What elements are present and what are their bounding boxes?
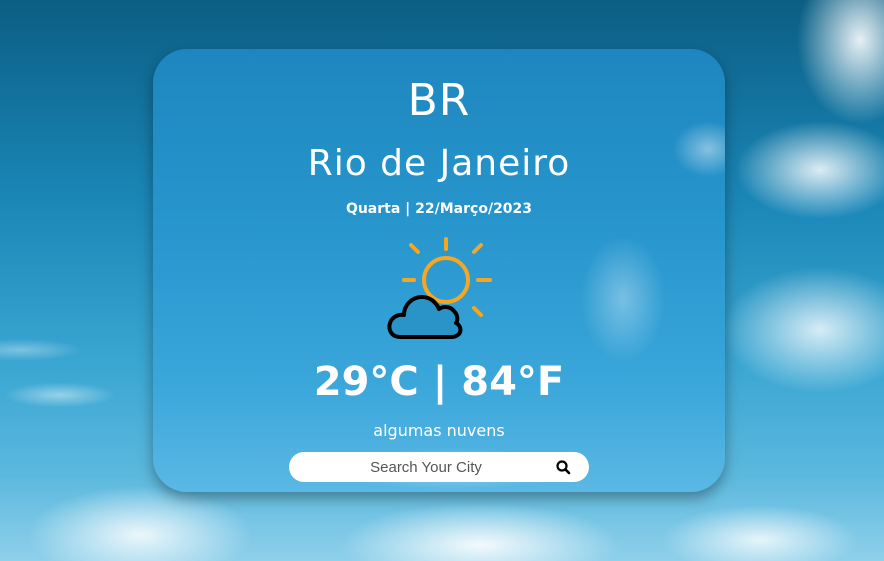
weather-description: algumas nuvens — [373, 421, 505, 440]
search-bar — [289, 452, 589, 482]
country-code: BR — [407, 75, 471, 126]
date-label: Quarta | 22/Março/2023 — [345, 201, 533, 217]
partly-cloudy-icon — [387, 237, 492, 339]
temperature: 29°C | 84°F — [313, 359, 565, 405]
search-input[interactable] — [309, 452, 543, 482]
search-button[interactable] — [553, 457, 575, 477]
city-name: Rio de Janeiro — [307, 143, 571, 184]
search-icon — [556, 460, 571, 475]
weather-card: BR Rio de Janeiro Quarta | 22/Março/2023… — [153, 49, 725, 492]
